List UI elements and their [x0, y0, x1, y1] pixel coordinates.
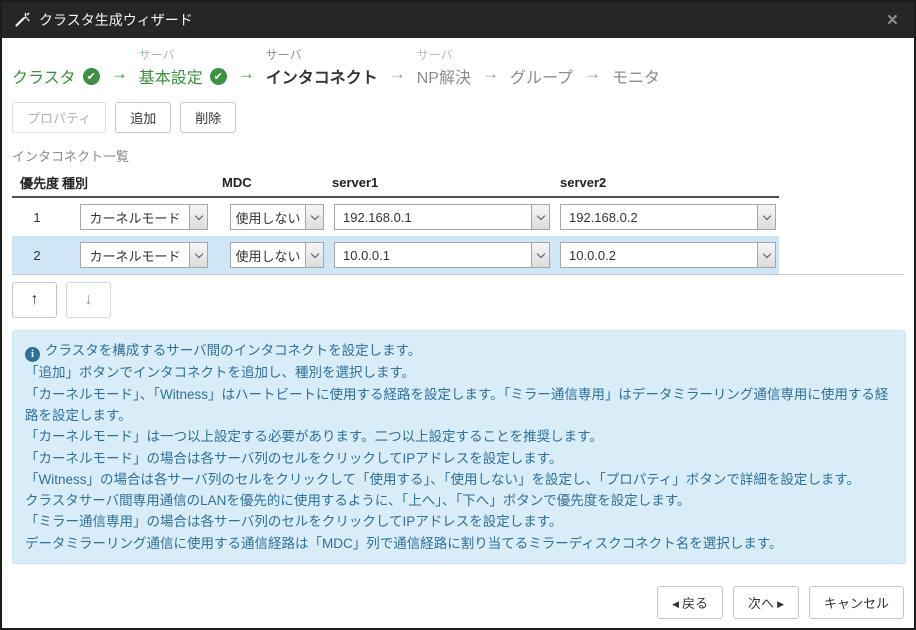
mdc-select[interactable]: 使用しない: [230, 204, 324, 230]
server2-select[interactable]: 192.168.0.2: [560, 204, 776, 230]
properties-button[interactable]: プロパティ: [12, 102, 106, 133]
info-icon: i: [25, 347, 40, 362]
step-done-check-icon: ✔: [210, 68, 227, 85]
table-row[interactable]: 1 カーネルモード 使用しない 192.168.0.1 192.168.0.2: [12, 198, 779, 236]
step-cluster: クラスタ ✔: [12, 47, 100, 88]
col-header-server1: server1: [332, 175, 560, 190]
chevron-down-icon[interactable]: [305, 243, 323, 267]
close-icon[interactable]: ×: [883, 11, 902, 30]
table-row-selected[interactable]: 2 カーネルモード 使用しない 10.0.0.1 10.0.0.2: [12, 236, 779, 274]
step-label: グループ: [510, 64, 573, 88]
chevron-down-icon[interactable]: [757, 205, 775, 229]
chevron-down-icon[interactable]: [757, 243, 775, 267]
wizard-steps-breadcrumb: クラスタ ✔ → サーバ 基本設定 ✔ → サーバ インタコネクト → サーバ …: [12, 47, 904, 88]
priority-updown-controls: ↑ ↓: [12, 282, 904, 318]
step-monitor: モニタ: [612, 47, 660, 88]
info-panel: iクラスタを構成するサーバ間のインタコネクトを設定します。 「追加」ボタンでイン…: [12, 330, 906, 564]
arrow-down-icon: ↓: [85, 291, 93, 308]
info-line: iクラスタを構成するサーバ間のインタコネクトを設定します。: [25, 340, 893, 362]
server1-select[interactable]: 10.0.0.1: [334, 242, 550, 268]
step-label: 基本設定: [139, 64, 203, 88]
col-header-type: 種別: [62, 173, 222, 192]
title-bar: クラスタ生成ウィザード ×: [2, 2, 914, 38]
info-line: 「Witness」の場合は各サーバ列のセルをクリックして「使用する」、「使用しな…: [25, 469, 893, 490]
col-header-server2: server2: [560, 175, 779, 190]
back-button[interactable]: ◀戻る: [657, 586, 723, 619]
step-arrow-icon: →: [471, 62, 510, 88]
info-line: 「カーネルモード」、「Witness」はハートビートに使用する経路を設定します。…: [25, 384, 893, 427]
info-line: クラスタサーバ間専用通信のLANを優先的に使用するように、「上へ」、「下へ」ボタ…: [25, 490, 893, 511]
step-basic-settings: サーバ 基本設定 ✔: [139, 47, 227, 88]
info-line: 「追加」ボタンでインタコネクトを追加し、種別を選択します。: [25, 362, 893, 383]
step-sub-label: サーバ: [266, 47, 378, 64]
step-label: インタコネクト: [266, 64, 378, 88]
type-select[interactable]: カーネルモード: [80, 204, 208, 230]
chevron-down-icon[interactable]: [189, 243, 207, 267]
step-sub-label: [612, 47, 660, 64]
priority-value: 1: [12, 210, 62, 225]
cluster-wizard-dialog: クラスタ生成ウィザード × クラスタ ✔ → サーバ 基本設定 ✔ →: [0, 0, 916, 630]
add-button[interactable]: 追加: [115, 102, 171, 133]
step-arrow-icon: →: [100, 62, 139, 88]
triangle-right-icon: ▶: [777, 599, 784, 609]
wizard-wand-icon: [14, 12, 30, 28]
footer-buttons: ◀戻る 次へ▶ キャンセル: [657, 586, 904, 619]
step-arrow-icon: →: [227, 62, 266, 88]
priority-value: 2: [12, 248, 62, 263]
chevron-down-icon[interactable]: [305, 205, 323, 229]
dialog-title: クラスタ生成ウィザード: [39, 10, 193, 30]
server2-select[interactable]: 10.0.0.2: [560, 242, 776, 268]
interconnect-table: 1 カーネルモード 使用しない 192.168.0.1 192.168.0.2: [12, 198, 904, 275]
move-up-button[interactable]: ↑: [12, 282, 57, 318]
step-sub-label: サーバ: [417, 47, 471, 64]
col-header-priority: 優先度: [12, 173, 62, 192]
info-line: 「カーネルモード」は一つ以上設定する必要があります。二つ以上設定することを推奨し…: [25, 426, 893, 447]
step-sub-label: [510, 47, 573, 64]
cancel-button[interactable]: キャンセル: [809, 586, 904, 619]
remove-button[interactable]: 削除: [180, 102, 236, 133]
step-arrow-icon: →: [573, 62, 612, 88]
step-sub-label: サーバ: [139, 47, 227, 64]
step-label: クラスタ: [12, 64, 76, 88]
info-line: データミラーリング通信に使用する通信経路は「MDC」列で通信経路に割り当てるミラ…: [25, 533, 893, 554]
step-label: モニタ: [612, 64, 660, 88]
info-line: 「カーネルモード」の場合は各サーバ列のセルをクリックしてIPアドレスを設定します…: [25, 448, 893, 469]
triangle-left-icon: ◀: [672, 599, 679, 609]
interconnect-list-caption: インタコネクト一覧: [12, 146, 904, 165]
server1-select[interactable]: 192.168.0.1: [334, 204, 550, 230]
step-done-check-icon: ✔: [83, 68, 100, 85]
table-header-row: 優先度 種別 MDC server1 server2: [12, 168, 779, 198]
type-select[interactable]: カーネルモード: [80, 242, 208, 268]
step-np-resolution: サーバ NP解決: [417, 47, 471, 88]
step-sub-label: [12, 47, 100, 64]
step-label: NP解決: [417, 64, 471, 88]
chevron-down-icon[interactable]: [531, 205, 549, 229]
step-interconnect: サーバ インタコネクト: [266, 47, 378, 88]
info-line: 「ミラー通信専用」の場合は各サーバ列のセルをクリックしてIPアドレスを設定します…: [25, 511, 893, 532]
arrow-up-icon: ↑: [31, 291, 39, 308]
step-group: グループ: [510, 47, 573, 88]
interconnect-toolbar: プロパティ 追加 削除: [12, 102, 904, 133]
next-button[interactable]: 次へ▶: [733, 586, 799, 619]
mdc-select[interactable]: 使用しない: [230, 242, 324, 268]
chevron-down-icon[interactable]: [531, 243, 549, 267]
move-down-button[interactable]: ↓: [66, 282, 111, 318]
col-header-mdc: MDC: [222, 175, 332, 190]
step-arrow-icon: →: [378, 62, 417, 88]
chevron-down-icon[interactable]: [189, 205, 207, 229]
